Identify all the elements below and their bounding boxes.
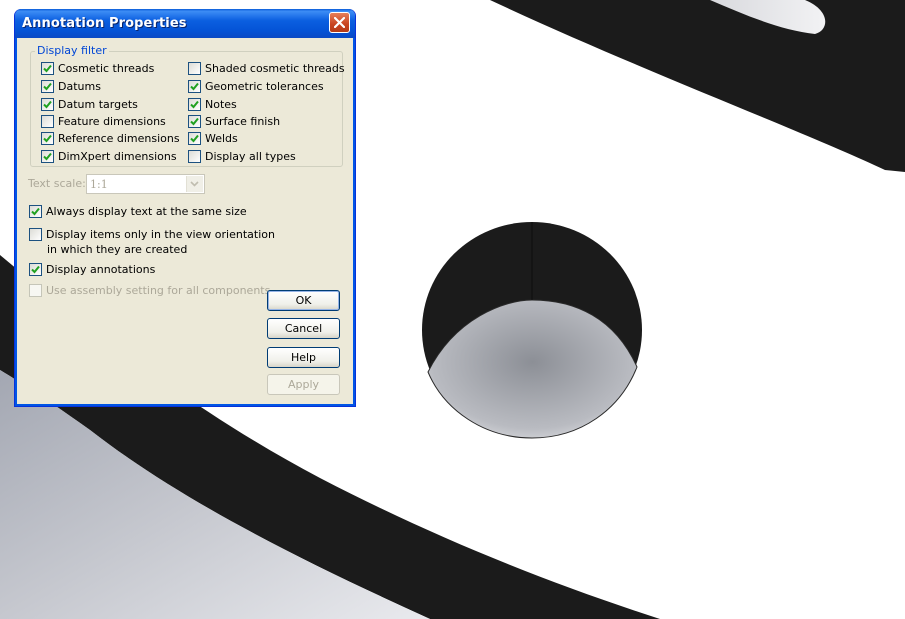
checkmark-icon <box>190 82 199 90</box>
close-button[interactable] <box>329 12 350 33</box>
checkbox[interactable] <box>188 114 201 128</box>
checkbox[interactable] <box>188 61 201 75</box>
dialog-title: Annotation Properties <box>22 16 187 31</box>
filter-reference-dimensions[interactable]: Reference dimensions <box>41 131 180 145</box>
checkbox-label: Datum targets <box>58 97 138 111</box>
text-scale-select: 1:1 <box>86 174 205 194</box>
checkbox[interactable] <box>188 149 201 163</box>
filter-notes[interactable]: Notes <box>188 97 237 111</box>
checkmark-icon <box>190 134 199 142</box>
close-icon <box>334 17 345 28</box>
checkmark-icon <box>31 265 40 273</box>
checkmark-icon <box>43 134 52 142</box>
checkbox-label: Display items only in the view orientati… <box>46 227 275 241</box>
filter-shaded-cosmetic-threads[interactable]: Shaded cosmetic threads <box>188 61 345 75</box>
checkbox-label: Surface finish <box>205 114 281 128</box>
checkbox[interactable] <box>41 114 54 128</box>
text-scale-value: 1:1 <box>90 178 108 191</box>
checkmark-icon <box>31 207 40 215</box>
filter-cosmetic-threads[interactable]: Cosmetic threads <box>41 61 154 75</box>
checkbox[interactable] <box>188 79 201 93</box>
checkbox-label-line2: in which they are created <box>47 243 188 256</box>
ok-button[interactable]: OK <box>267 290 340 311</box>
help-button[interactable]: Help <box>267 347 340 368</box>
checkbox-label: Datums <box>58 79 101 93</box>
option-display-annotations[interactable]: Display annotations <box>29 262 155 276</box>
checkbox[interactable] <box>41 97 54 111</box>
filter-datum-targets[interactable]: Datum targets <box>41 97 138 111</box>
checkbox[interactable] <box>29 262 42 276</box>
checkbox[interactable] <box>29 227 42 241</box>
checkbox-label: Use assembly setting for all components <box>46 283 271 297</box>
chevron-down-icon <box>190 181 199 187</box>
checkmark-icon <box>43 82 52 90</box>
checkmark-icon <box>190 117 199 125</box>
checkbox[interactable] <box>41 131 54 145</box>
checkmark-icon <box>43 64 52 72</box>
checkbox-label: Notes <box>205 97 237 111</box>
filter-dimxpert-dimensions[interactable]: DimXpert dimensions <box>41 149 177 163</box>
checkbox-label: Always display text at the same size <box>46 204 247 218</box>
filter-datums[interactable]: Datums <box>41 79 101 93</box>
checkbox-label: DimXpert dimensions <box>58 149 177 163</box>
dropdown-arrow <box>186 176 203 192</box>
checkmark-icon <box>190 100 199 108</box>
checkbox[interactable] <box>29 204 42 218</box>
option-view-orientation[interactable]: Display items only in the view orientati… <box>29 227 275 241</box>
checkbox-label: Welds <box>205 131 238 145</box>
checkbox-label: Feature dimensions <box>58 114 166 128</box>
checkbox[interactable] <box>188 97 201 111</box>
filter-geometric-tolerances[interactable]: Geometric tolerances <box>188 79 324 93</box>
checkbox-label: Display annotations <box>46 262 156 276</box>
checkbox[interactable] <box>41 149 54 163</box>
option-same-size[interactable]: Always display text at the same size <box>29 204 247 218</box>
checkbox <box>29 283 42 297</box>
cancel-button[interactable]: Cancel <box>267 318 340 339</box>
text-scale-label: Text scale: <box>28 177 86 190</box>
apply-button: Apply <box>267 374 340 395</box>
checkbox[interactable] <box>188 131 201 145</box>
checkbox[interactable] <box>41 61 54 75</box>
option-assembly-setting: Use assembly setting for all components <box>29 283 270 297</box>
filter-feature-dimensions[interactable]: Feature dimensions <box>41 114 166 128</box>
checkbox-label: Geometric tolerances <box>205 79 324 93</box>
display-filter-legend: Display filter <box>35 44 109 57</box>
filter-welds[interactable]: Welds <box>188 131 238 145</box>
title-bar[interactable]: Annotation Properties <box>15 9 355 38</box>
annotation-properties-dialog: Annotation Properties Display filter Cos… <box>14 9 356 407</box>
upper-edge-face <box>490 0 905 172</box>
checkmark-icon <box>43 100 52 108</box>
checkbox-label: Cosmetic threads <box>58 61 155 75</box>
checkbox[interactable] <box>41 79 54 93</box>
checkbox-label: Shaded cosmetic threads <box>205 61 345 75</box>
filter-display-all-types[interactable]: Display all types <box>188 149 296 163</box>
filter-surface-finish[interactable]: Surface finish <box>188 114 280 128</box>
checkbox-label: Display all types <box>205 149 296 163</box>
hole <box>422 222 642 439</box>
checkmark-icon <box>43 152 52 160</box>
checkbox-label: Reference dimensions <box>58 131 180 145</box>
